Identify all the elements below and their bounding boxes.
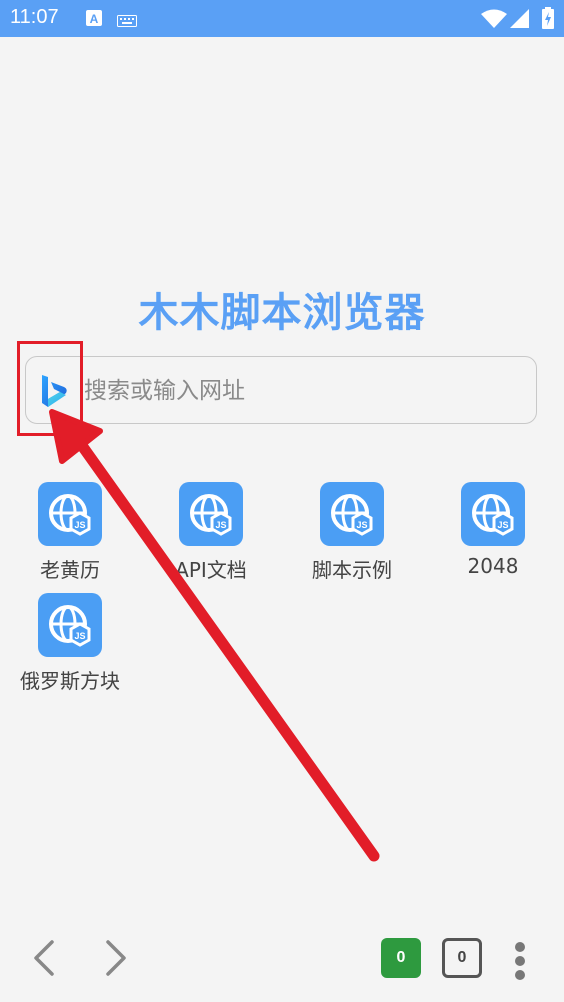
svg-text:JS: JS <box>356 520 367 530</box>
shortcut-script-examples[interactable]: JS 脚本示例 <box>292 482 412 583</box>
green-count-badge[interactable]: 0 <box>381 938 421 978</box>
wifi-icon <box>481 9 507 33</box>
globe-js-icon: JS <box>320 482 384 546</box>
chevron-left-icon <box>34 940 54 976</box>
search-input[interactable] <box>82 367 526 415</box>
app-title: 木木脚本浏览器 <box>138 290 426 336</box>
globe-js-icon: JS <box>38 482 102 546</box>
annotation-highlight-box <box>17 341 83 436</box>
more-vertical-icon <box>500 936 540 980</box>
shortcut-2048[interactable]: JS 2048 <box>433 482 553 578</box>
battery-charging-icon <box>542 7 554 33</box>
globe-js-icon: JS <box>179 482 243 546</box>
back-button[interactable] <box>26 938 66 978</box>
shortcut-label: API文档 <box>175 558 247 582</box>
notification-a-icon: A <box>86 10 102 30</box>
shortcut-label: 2048 <box>467 554 519 578</box>
signal-icon <box>510 9 530 33</box>
svg-text:JS: JS <box>74 631 85 641</box>
svg-text:A: A <box>90 12 99 26</box>
svg-text:JS: JS <box>215 520 226 530</box>
chevron-right-icon <box>106 940 126 976</box>
tabs-button[interactable]: 0 <box>442 938 482 978</box>
menu-button[interactable] <box>500 936 540 980</box>
tabs-count-value: 0 <box>457 949 467 966</box>
status-time: 11:07 <box>10 6 59 28</box>
svg-text:JS: JS <box>74 520 85 530</box>
shortcut-api-docs[interactable]: JS API文档 <box>151 482 271 583</box>
svg-text:JS: JS <box>497 520 508 530</box>
shortcut-label: 俄罗斯方块 <box>20 669 120 693</box>
green-count-value: 0 <box>396 949 406 966</box>
forward-button[interactable] <box>96 938 136 978</box>
shortcut-label: 脚本示例 <box>312 558 392 582</box>
globe-js-icon: JS <box>38 593 102 657</box>
shortcut-label: 老黄历 <box>40 558 100 582</box>
keyboard-icon <box>117 12 137 31</box>
globe-js-icon: JS <box>461 482 525 546</box>
status-bar: 11:07 A <box>0 0 564 37</box>
shortcut-laohuangli[interactable]: JS 老黄历 <box>10 482 130 583</box>
shortcut-tetris[interactable]: JS 俄罗斯方块 <box>10 593 130 694</box>
search-box[interactable] <box>25 356 537 424</box>
